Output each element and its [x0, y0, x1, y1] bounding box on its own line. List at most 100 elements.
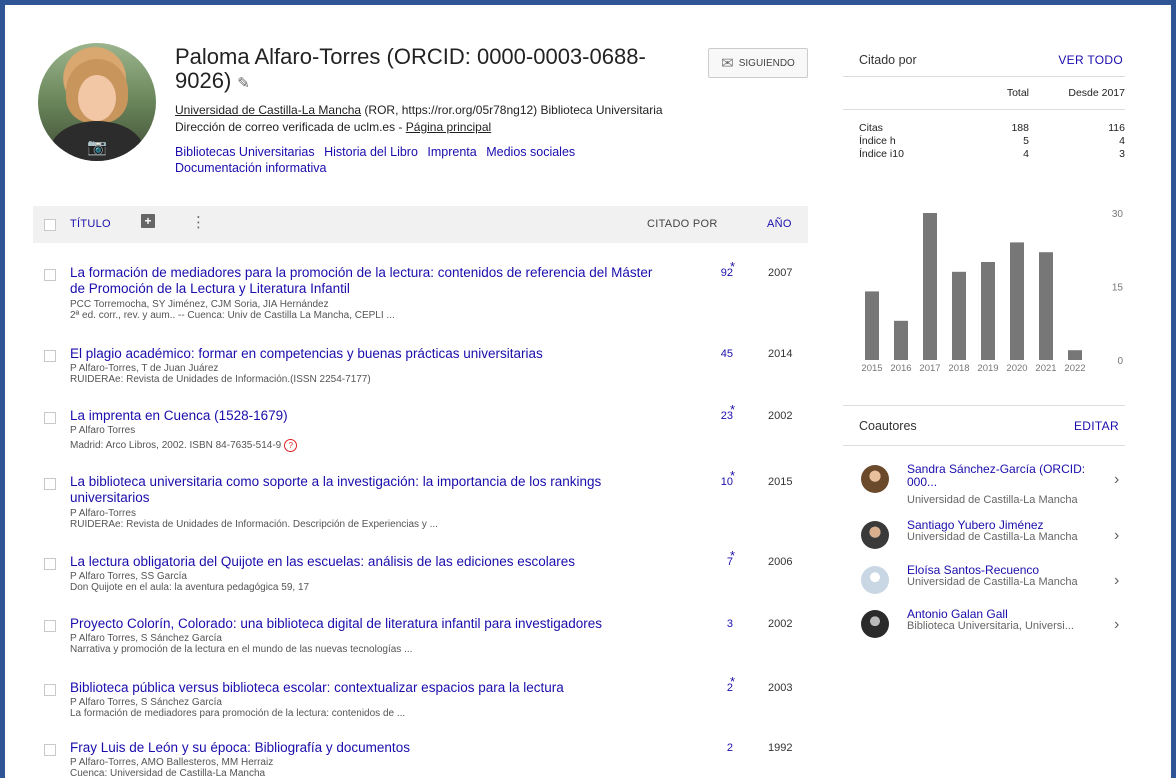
publication-title[interactable]: La lectura obligatoria del Quijote en la…: [70, 554, 670, 570]
coauthors-heading: Coautores: [859, 419, 917, 433]
merged-star-icon[interactable]: *: [730, 468, 735, 483]
bar-2017[interactable]: [923, 213, 937, 360]
avatar-face: [78, 75, 116, 121]
chevron-right-icon[interactable]: ›: [1114, 616, 1119, 634]
y-tick-label: 15: [1112, 283, 1124, 294]
stat-since: 4: [1119, 135, 1125, 147]
citation-count[interactable]: 2: [693, 682, 733, 694]
row-checkbox[interactable]: [44, 478, 56, 490]
stat-label: Citas: [859, 122, 883, 134]
publication-meta: P Alfaro Torres, SS García Don Quijote e…: [70, 571, 670, 593]
interest-link[interactable]: Bibliotecas Universitarias: [175, 145, 315, 159]
divider: [843, 109, 1125, 110]
coauthor-item[interactable]: Sandra Sánchez-García (ORCID: 000... Univ…: [861, 463, 1131, 506]
sort-title-header[interactable]: TÍTULO: [70, 218, 111, 230]
chevron-right-icon[interactable]: ›: [1114, 471, 1119, 489]
coauthor-name[interactable]: Sandra Sánchez-García (ORCID: 000...: [907, 463, 1102, 489]
library-link-icon[interactable]: ?: [284, 439, 298, 452]
sort-year-header[interactable]: AÑO: [767, 218, 792, 230]
coauthor-avatar: [861, 566, 889, 594]
bar-2022[interactable]: [1068, 350, 1082, 360]
publication-meta: P Alfaro-Torres RUIDERAe: Revista de Uni…: [70, 508, 670, 530]
interest-link[interactable]: Medios sociales: [486, 145, 575, 159]
stat-total: 188: [1011, 122, 1029, 134]
select-all-checkbox[interactable]: [44, 219, 56, 231]
add-article-icon[interactable]: +: [141, 214, 155, 228]
chevron-right-icon[interactable]: ›: [1114, 572, 1119, 590]
interest-link[interactable]: Historia del Libro: [324, 145, 418, 159]
publication-year: 2007: [768, 267, 793, 279]
col-total-header: Total: [1006, 87, 1029, 99]
publication-venue: RUIDERAe: Revista de Unidades de Informa…: [70, 374, 371, 385]
stats-row: Índice h 5 4: [859, 135, 1125, 148]
citation-count[interactable]: 3: [693, 618, 733, 630]
view-all-link[interactable]: VER TODO: [1058, 53, 1123, 67]
interest-link[interactable]: Imprenta: [427, 145, 476, 159]
add-photo-icon[interactable]: 📷: [83, 138, 111, 158]
row-checkbox[interactable]: [44, 350, 56, 362]
divider: [843, 405, 1125, 406]
bar-2016[interactable]: [894, 320, 908, 360]
bar-2018[interactable]: [952, 271, 966, 360]
x-tick-label: 2020: [1006, 363, 1027, 374]
publication-title[interactable]: La biblioteca universitaria como soporte…: [70, 474, 670, 506]
publication-title[interactable]: La imprenta en Cuenca (1528-1679): [70, 408, 670, 424]
publication-title[interactable]: La formación de mediadores para la promo…: [70, 265, 670, 297]
bar-2020[interactable]: [1010, 242, 1024, 360]
profile-avatar[interactable]: 📷: [38, 43, 156, 161]
edit-coauthors-link[interactable]: EDITAR: [1074, 419, 1119, 433]
citation-count[interactable]: 45: [693, 348, 733, 360]
merged-star-icon[interactable]: *: [730, 674, 735, 689]
bar-2019[interactable]: [981, 262, 995, 360]
coauthor-affiliation: Universidad de Castilla-La Mancha: [907, 494, 1078, 506]
citation-count[interactable]: 2: [693, 742, 733, 754]
homepage-link[interactable]: Página principal: [406, 120, 491, 134]
publication-venue: 2ª ed. corr., rev. y aum.. -- Cuenca: Un…: [70, 310, 395, 321]
coauthor-item[interactable]: Santiago Yubero Jiménez Universidad de C…: [861, 519, 1131, 555]
publication-authors: P Alfaro Torres, S Sánchez García: [70, 697, 222, 708]
citation-count[interactable]: 7: [693, 556, 733, 568]
interest-link[interactable]: Documentación informativa: [175, 161, 326, 175]
publication-venue: RUIDERAe: Revista de Unidades de Informa…: [70, 519, 438, 530]
affiliation-link[interactable]: Universidad de Castilla-La Mancha: [175, 103, 361, 117]
follow-button[interactable]: ✉ SIGUIENDO: [708, 48, 808, 78]
profile-affiliation: Universidad de Castilla-La Mancha (ROR, …: [175, 102, 775, 136]
publication-title[interactable]: Biblioteca pública versus biblioteca esc…: [70, 680, 670, 696]
citation-count[interactable]: 10: [693, 476, 733, 488]
citation-count[interactable]: 23: [693, 410, 733, 422]
chevron-right-icon[interactable]: ›: [1114, 527, 1119, 545]
publication-year: 2002: [768, 410, 793, 422]
y-tick-label: 30: [1112, 209, 1124, 220]
edit-pencil-icon[interactable]: ✎: [237, 75, 250, 92]
merged-star-icon[interactable]: *: [730, 402, 735, 417]
coauthor-item[interactable]: Antonio Galan Gall Biblioteca Universita…: [861, 608, 1131, 644]
publication-year: 2014: [768, 348, 793, 360]
row-checkbox[interactable]: [44, 684, 56, 696]
bar-2021[interactable]: [1039, 252, 1053, 360]
publication-title[interactable]: El plagio académico: formar en competenc…: [70, 346, 670, 362]
x-tick-label: 2021: [1035, 363, 1056, 374]
row-checkbox[interactable]: [44, 744, 56, 756]
more-options-icon[interactable]: ⋮: [191, 215, 206, 231]
publication-title[interactable]: Proyecto Colorín, Colorado: una bibliote…: [70, 616, 670, 632]
stats-row: Índice i10 4 3: [859, 148, 1125, 161]
row-checkbox[interactable]: [44, 620, 56, 632]
sort-cited-header[interactable]: CITADO POR: [647, 218, 718, 230]
publication-venue: Narrativa y promoción de la lectura en e…: [70, 644, 413, 655]
coauthor-item[interactable]: Eloísa Santos-Recuenco Universidad de Ca…: [861, 564, 1131, 600]
row-checkbox[interactable]: [44, 269, 56, 281]
email-text: Dirección de correo verificada de uclm.e…: [175, 120, 406, 134]
row-checkbox[interactable]: [44, 412, 56, 424]
merged-star-icon[interactable]: *: [730, 548, 735, 563]
x-tick-label: 2018: [948, 363, 969, 374]
cited-by-heading: Citado por: [859, 53, 917, 67]
row-checkbox[interactable]: [44, 558, 56, 570]
merged-star-icon[interactable]: *: [730, 259, 735, 274]
stats-row: Citas 188 116: [859, 122, 1125, 135]
coauthor-avatar: [861, 521, 889, 549]
interests-list: Bibliotecas Universitarias Historia del …: [175, 144, 655, 176]
publication-title[interactable]: Fray Luis de León y su época: Bibliograf…: [70, 740, 670, 756]
x-tick-label: 2019: [977, 363, 998, 374]
bar-2015[interactable]: [865, 291, 879, 360]
citation-count[interactable]: 92: [693, 267, 733, 279]
